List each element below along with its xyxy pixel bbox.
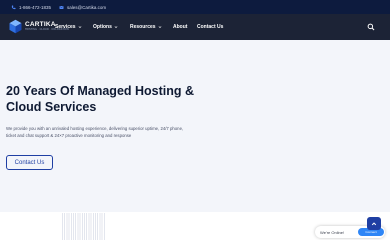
decorative-stripes [62,213,105,240]
nav-contact-label: Contact Us [197,23,224,30]
chevron-down-icon [114,25,118,28]
nav-services-label: Services [55,23,76,30]
nav-resources-label: Resources [130,23,156,30]
hero-description: We provide you with an unrivaled hosting… [6,126,184,138]
nav-resources[interactable]: Resources [130,24,162,30]
top-bar: 1-866-472-1835 sales@Cartika.com [0,0,390,14]
contact-us-button[interactable]: Contact Us [6,155,53,170]
chevron-up-icon [371,221,377,225]
phone-contact[interactable]: 1-866-472-1835 [11,5,51,10]
chat-status: We're Online! [320,229,345,235]
nav-about-label: About [173,23,188,30]
phone-number: 1-866-472-1835 [19,4,52,10]
nav-options[interactable]: Options [93,24,118,30]
hero-title: 20 Years Of Managed Hosting & Cloud Serv… [6,84,195,114]
nav-services[interactable]: Services [55,24,82,30]
search-icon[interactable] [367,23,375,31]
nav-options-label: Options [93,23,112,30]
envelope-icon [59,5,64,9]
email-contact[interactable]: sales@Cartika.com [59,5,106,10]
nav-contact-us[interactable]: Contact Us [197,24,223,30]
email-address: sales@Cartika.com [67,4,107,10]
phone-icon [11,5,16,9]
chevron-down-icon [158,25,161,28]
nav-about[interactable]: About [173,24,187,30]
cube-logo-icon [9,19,22,34]
main-navbar: CARTIKA HOSTING · CLOUD · COLOCATION Ser… [0,14,390,40]
scroll-to-top-button[interactable] [367,217,381,230]
chevron-down-icon [78,25,81,28]
